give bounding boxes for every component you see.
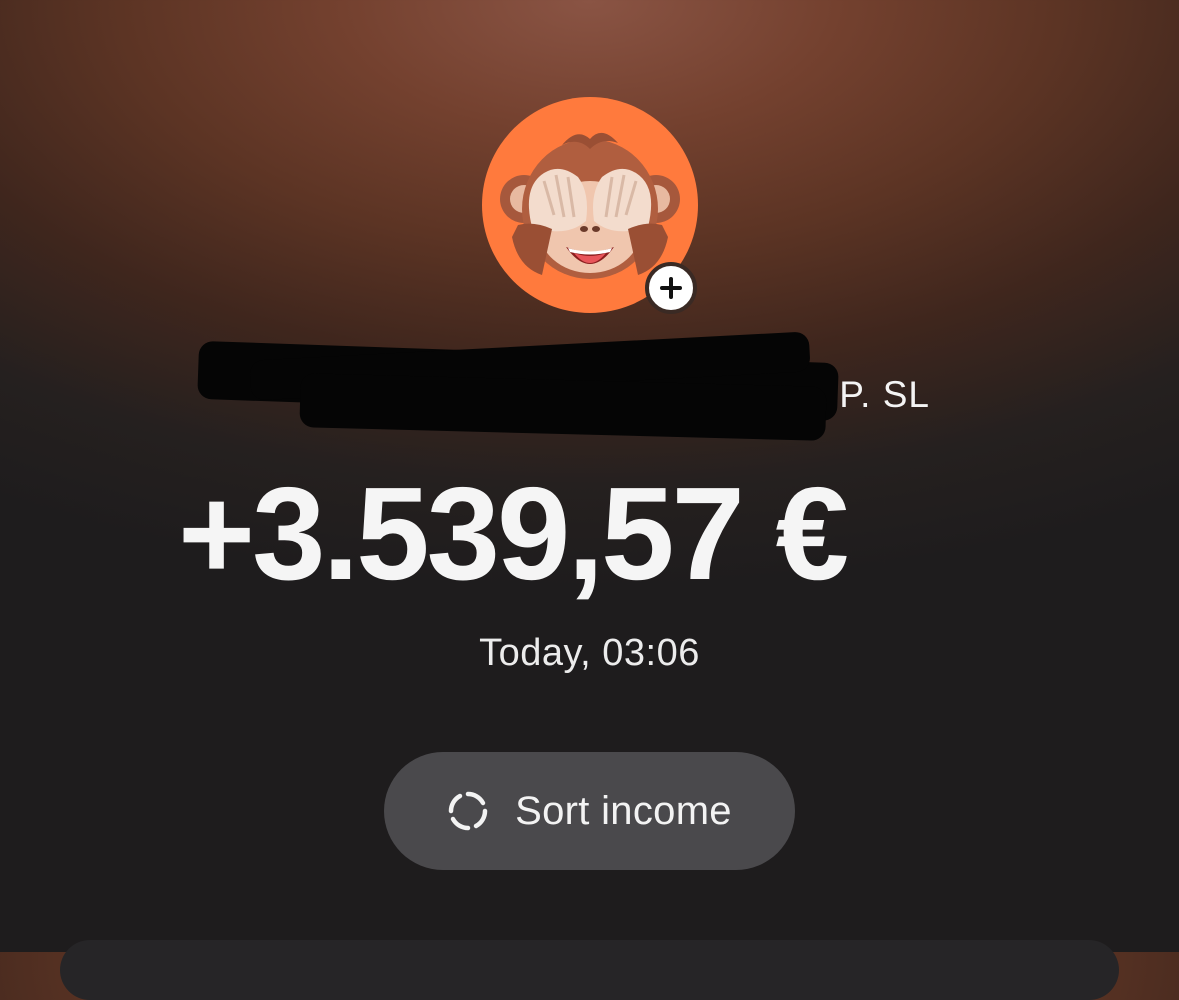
plus-icon <box>660 277 682 299</box>
merchant-name-text: P. SL <box>839 374 930 415</box>
details-card <box>60 940 1119 1000</box>
transaction-timestamp: Today, 03:06 <box>479 632 700 674</box>
transaction-amount: +3.539,57 € <box>178 460 849 607</box>
add-photo-button[interactable] <box>645 262 697 314</box>
loading-circle-icon <box>448 791 488 831</box>
merchant-name: P. SL <box>190 331 950 441</box>
sort-income-button[interactable]: Sort income <box>384 752 795 870</box>
transaction-detail-screen: P. SL +3.539,57 € Today, 03:06 Sort inco… <box>0 0 1179 1000</box>
sort-income-label: Sort income <box>515 788 732 833</box>
